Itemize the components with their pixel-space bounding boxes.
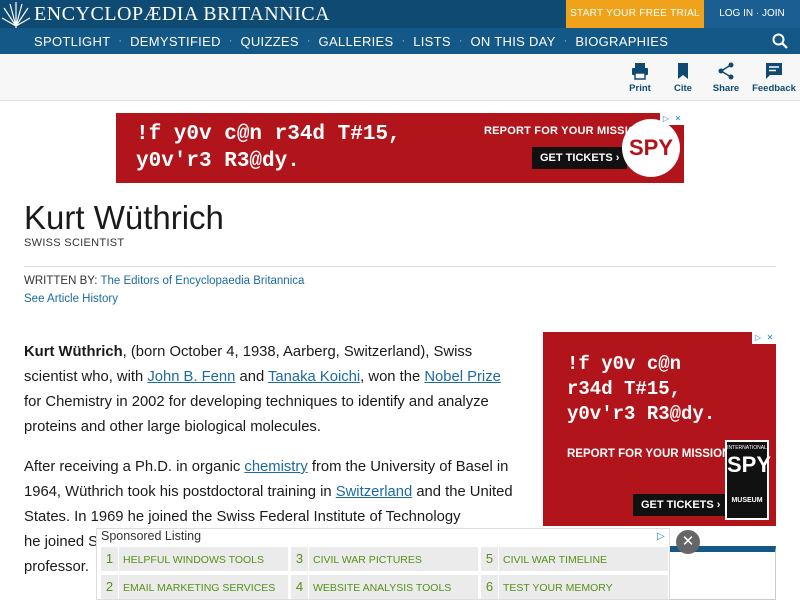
nav-separator: ·	[118, 35, 123, 47]
nav-separator: ·	[458, 35, 463, 47]
link-john-fenn[interactable]: John B. Fenn	[147, 369, 235, 385]
paragraph-text: , won the	[360, 369, 425, 385]
item-label: WEBSITE ANALYSIS TOOLS	[313, 582, 452, 594]
nav-galleries[interactable]: GALLERIES	[319, 34, 394, 49]
brand-name[interactable]: ENCYCLOPÆDIA BRITANNICA	[34, 3, 330, 26]
item-number: 1	[101, 547, 119, 571]
ad-close-icon[interactable]: ✕	[764, 332, 776, 344]
paragraph-text: he joined S	[24, 534, 99, 550]
nav-separator: ·	[228, 35, 233, 47]
nav-lists[interactable]: LISTS	[413, 34, 451, 49]
nav-demystified[interactable]: DEMYSTIFIED	[130, 34, 221, 49]
adchoices-icon[interactable]: ▷	[660, 113, 672, 125]
nav-separator: ·	[306, 35, 311, 47]
nav-biographies[interactable]: BIOGRAPHIES	[575, 34, 668, 49]
nav-quizzes[interactable]: QUIZZES	[240, 34, 298, 49]
ad-headline-line: y0v'r3 R3@dy.	[136, 150, 300, 173]
paragraph-text: for Chemistry in 2002 for developing tec…	[24, 394, 489, 435]
adchoices-icon[interactable]: ▷	[657, 531, 665, 542]
subject-name: Kurt Wüthrich	[24, 344, 123, 360]
sponsored-listing: Sponsored Listing ▷ 1 HELPFUL WINDOWS TOO…	[96, 528, 670, 600]
item-number: 6	[481, 575, 499, 599]
article-tools: Print Cite Share Feedback	[0, 54, 800, 101]
login-join-button[interactable]: LOG IN · JOIN	[704, 0, 800, 28]
ad-headline-line: y0v'r3 R3@dy.	[567, 403, 716, 425]
article-history-link[interactable]: See Article History	[24, 293, 118, 305]
feedback-button[interactable]: Feedback	[749, 62, 799, 94]
ad-headline: !f y0v c@n r34d T#15, y0v'r3 R3@dy.	[567, 352, 715, 427]
feedback-label: Feedback	[752, 83, 796, 94]
page-subtitle: SWISS SCIENTIST	[24, 237, 125, 249]
banner-ad[interactable]: !f y0v c@n r34d T#15, y0v'r3 R3@dy. REPO…	[116, 113, 684, 183]
share-label: Share	[712, 83, 740, 94]
author-link[interactable]: The Editors of Encyclopaedia Britannica	[100, 275, 304, 287]
item-label: EMAIL MARKETING SERVICES	[123, 582, 276, 594]
ad-close-icon[interactable]: ✕	[672, 113, 684, 125]
adchoices-icon[interactable]: ▷	[752, 332, 764, 344]
sidebar-ad[interactable]: !f y0v c@n r34d T#15, y0v'r3 R3@dy. REPO…	[543, 332, 776, 526]
item-label: CIVIL WAR PICTURES	[313, 554, 422, 566]
item-label: TEST YOUR MEMORY	[503, 582, 613, 594]
paragraph-text: and	[235, 369, 269, 385]
item-number: 4	[291, 575, 309, 599]
search-icon[interactable]	[772, 33, 788, 49]
ad-headline: !f y0v c@n r34d T#15, y0v'r3 R3@dy.	[136, 121, 401, 175]
article-paragraph: Kurt Wüthrich, (born October 4, 1938, Aa…	[24, 340, 514, 440]
item-number: 3	[291, 547, 309, 571]
link-chemistry[interactable]: chemistry	[244, 459, 307, 475]
share-button[interactable]: Share	[701, 62, 751, 94]
paragraph-text: professor.	[24, 559, 89, 575]
ad-mission-text: REPORT FOR YOUR MISSION	[484, 125, 645, 137]
sponsored-item[interactable]: 1 HELPFUL WINDOWS TOOLS	[101, 547, 288, 571]
main-nav: SPOTLIGHT · DEMYSTIFIED · QUIZZES · GALL…	[0, 28, 800, 54]
link-tanaka-koichi[interactable]: Tanaka Koichi	[268, 369, 360, 385]
item-number: 5	[481, 547, 499, 571]
museum-logo-top: INTERNATIONAL	[727, 445, 767, 451]
museum-logo-bottom: MUSEUM	[731, 497, 763, 504]
sponsored-item[interactable]: 6 TEST YOUR MEMORY	[481, 575, 668, 599]
ad-get-tickets-button[interactable]: GET TICKETS ›	[532, 147, 628, 169]
ad-mission-text: REPORT FOR YOUR MISSION	[567, 448, 731, 460]
close-overlay-button[interactable]: ✕	[676, 530, 700, 554]
bookmark-icon	[678, 63, 688, 79]
sponsored-item[interactable]: 4 WEBSITE ANALYSIS TOOLS	[291, 575, 478, 599]
ad-headline-line: !f y0v c@n r34d T#15,	[136, 123, 401, 146]
spy-logo: SPY	[622, 119, 680, 177]
sponsored-item[interactable]: 5 CIVIL WAR TIMELINE	[481, 547, 668, 571]
free-trial-button[interactable]: START YOUR FREE TRIAL	[566, 0, 704, 28]
page-title: Kurt Wüthrich	[24, 199, 224, 236]
ad-headline-line: !f y0v c@n	[567, 353, 682, 375]
sponsored-heading: Sponsored Listing	[101, 529, 202, 543]
nav-on-this-day[interactable]: ON THIS DAY	[470, 34, 555, 49]
ad-headline-line: r34d T#15,	[567, 378, 682, 400]
sidebar-panel	[669, 546, 776, 600]
written-by-label: WRITTEN BY:	[24, 275, 98, 287]
nav-separator: ·	[563, 35, 568, 47]
link-switzerland[interactable]: Switzerland	[336, 484, 412, 500]
museum-logo-main: SPY	[727, 452, 772, 477]
item-number: 2	[101, 575, 119, 599]
written-by: WRITTEN BY: The Editors of Encyclopaedia…	[24, 275, 304, 287]
link-nobel-prize[interactable]: Nobel Prize	[424, 369, 500, 385]
spy-museum-logo: INTERNATIONAL SPY MUSEUM	[725, 440, 772, 520]
ad-get-tickets-button[interactable]: GET TICKETS ›	[633, 494, 729, 516]
item-label: CIVIL WAR TIMELINE	[503, 554, 608, 566]
item-label: HELPFUL WINDOWS TOOLS	[123, 554, 264, 566]
nav-separator: ·	[401, 35, 406, 47]
sponsored-item[interactable]: 3 CIVIL WAR PICTURES	[291, 547, 478, 571]
printer-icon	[632, 63, 648, 80]
sponsored-item[interactable]: 2 EMAIL MARKETING SERVICES	[101, 575, 288, 599]
share-icon	[718, 62, 734, 80]
nav-spotlight[interactable]: SPOTLIGHT	[34, 34, 110, 49]
divider	[24, 266, 776, 267]
paragraph-text: After receiving a Ph.D. in organic	[24, 459, 245, 475]
feedback-icon	[766, 63, 782, 79]
